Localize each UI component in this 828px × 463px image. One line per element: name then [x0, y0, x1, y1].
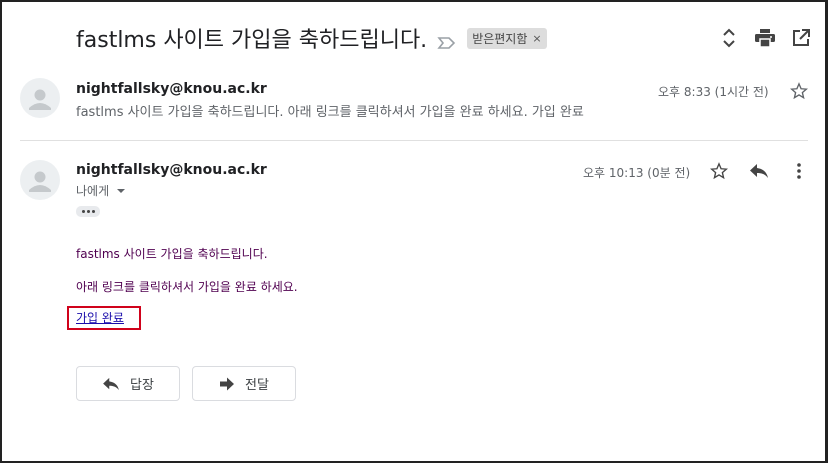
- label-text: 받은편지함: [472, 31, 528, 46]
- complete-signup-link[interactable]: 가입 완료: [76, 309, 124, 326]
- show-trimmed-content-button[interactable]: [76, 206, 100, 217]
- forward-label: 전달: [245, 378, 269, 393]
- message-sender[interactable]: nightfallsky@knou.ac.kr: [76, 81, 267, 97]
- reply-button[interactable]: 답장: [76, 366, 180, 401]
- message-time: 오후 8:33 (1시간 전): [658, 85, 769, 99]
- open-in-new-window-icon[interactable]: [790, 27, 812, 49]
- thread-subject: fastlms 사이트 가입을 축하드립니다. 받은편지함 ×: [76, 22, 547, 54]
- more-options-icon[interactable]: [787, 159, 811, 183]
- thread-toolbar: [718, 27, 812, 49]
- message-body-line: 아래 링크를 클릭하셔서 가입을 완료 하세요.: [76, 280, 298, 294]
- forward-button[interactable]: 전달: [192, 366, 296, 401]
- reply-icon: [103, 377, 119, 390]
- chevron-down-icon: [117, 188, 126, 193]
- star-icon[interactable]: [787, 79, 811, 103]
- avatar: [20, 78, 60, 118]
- remove-label-icon[interactable]: ×: [532, 32, 541, 45]
- forward-arrow-icon: [220, 377, 235, 390]
- subject-text: fastlms 사이트 가입을 축하드립니다.: [76, 28, 428, 53]
- person-icon: [29, 171, 51, 192]
- print-icon[interactable]: [754, 27, 776, 49]
- message-time: 오후 10:13 (0분 전): [583, 166, 691, 180]
- star-icon[interactable]: [707, 159, 731, 183]
- recipient-label: 나에게: [76, 184, 110, 198]
- reply-icon[interactable]: [747, 159, 771, 183]
- message-body-line: fastlms 사이트 가입을 축하드립니다.: [76, 247, 268, 261]
- inbox-label-chip: 받은편지함 ×: [467, 27, 547, 49]
- expand-collapse-icon[interactable]: [718, 27, 740, 49]
- message-sender[interactable]: nightfallsky@knou.ac.kr: [76, 162, 267, 178]
- recipient-dropdown[interactable]: 나에게: [76, 182, 126, 199]
- person-icon: [29, 89, 51, 110]
- message-divider: [20, 140, 808, 141]
- importance-marker-icon[interactable]: [437, 31, 457, 49]
- message-snippet[interactable]: fastlms 사이트 가입을 축하드립니다. 아래 링크를 클릭하셔서 가입을…: [76, 101, 584, 120]
- avatar: [20, 160, 60, 200]
- reply-label: 답장: [130, 378, 154, 393]
